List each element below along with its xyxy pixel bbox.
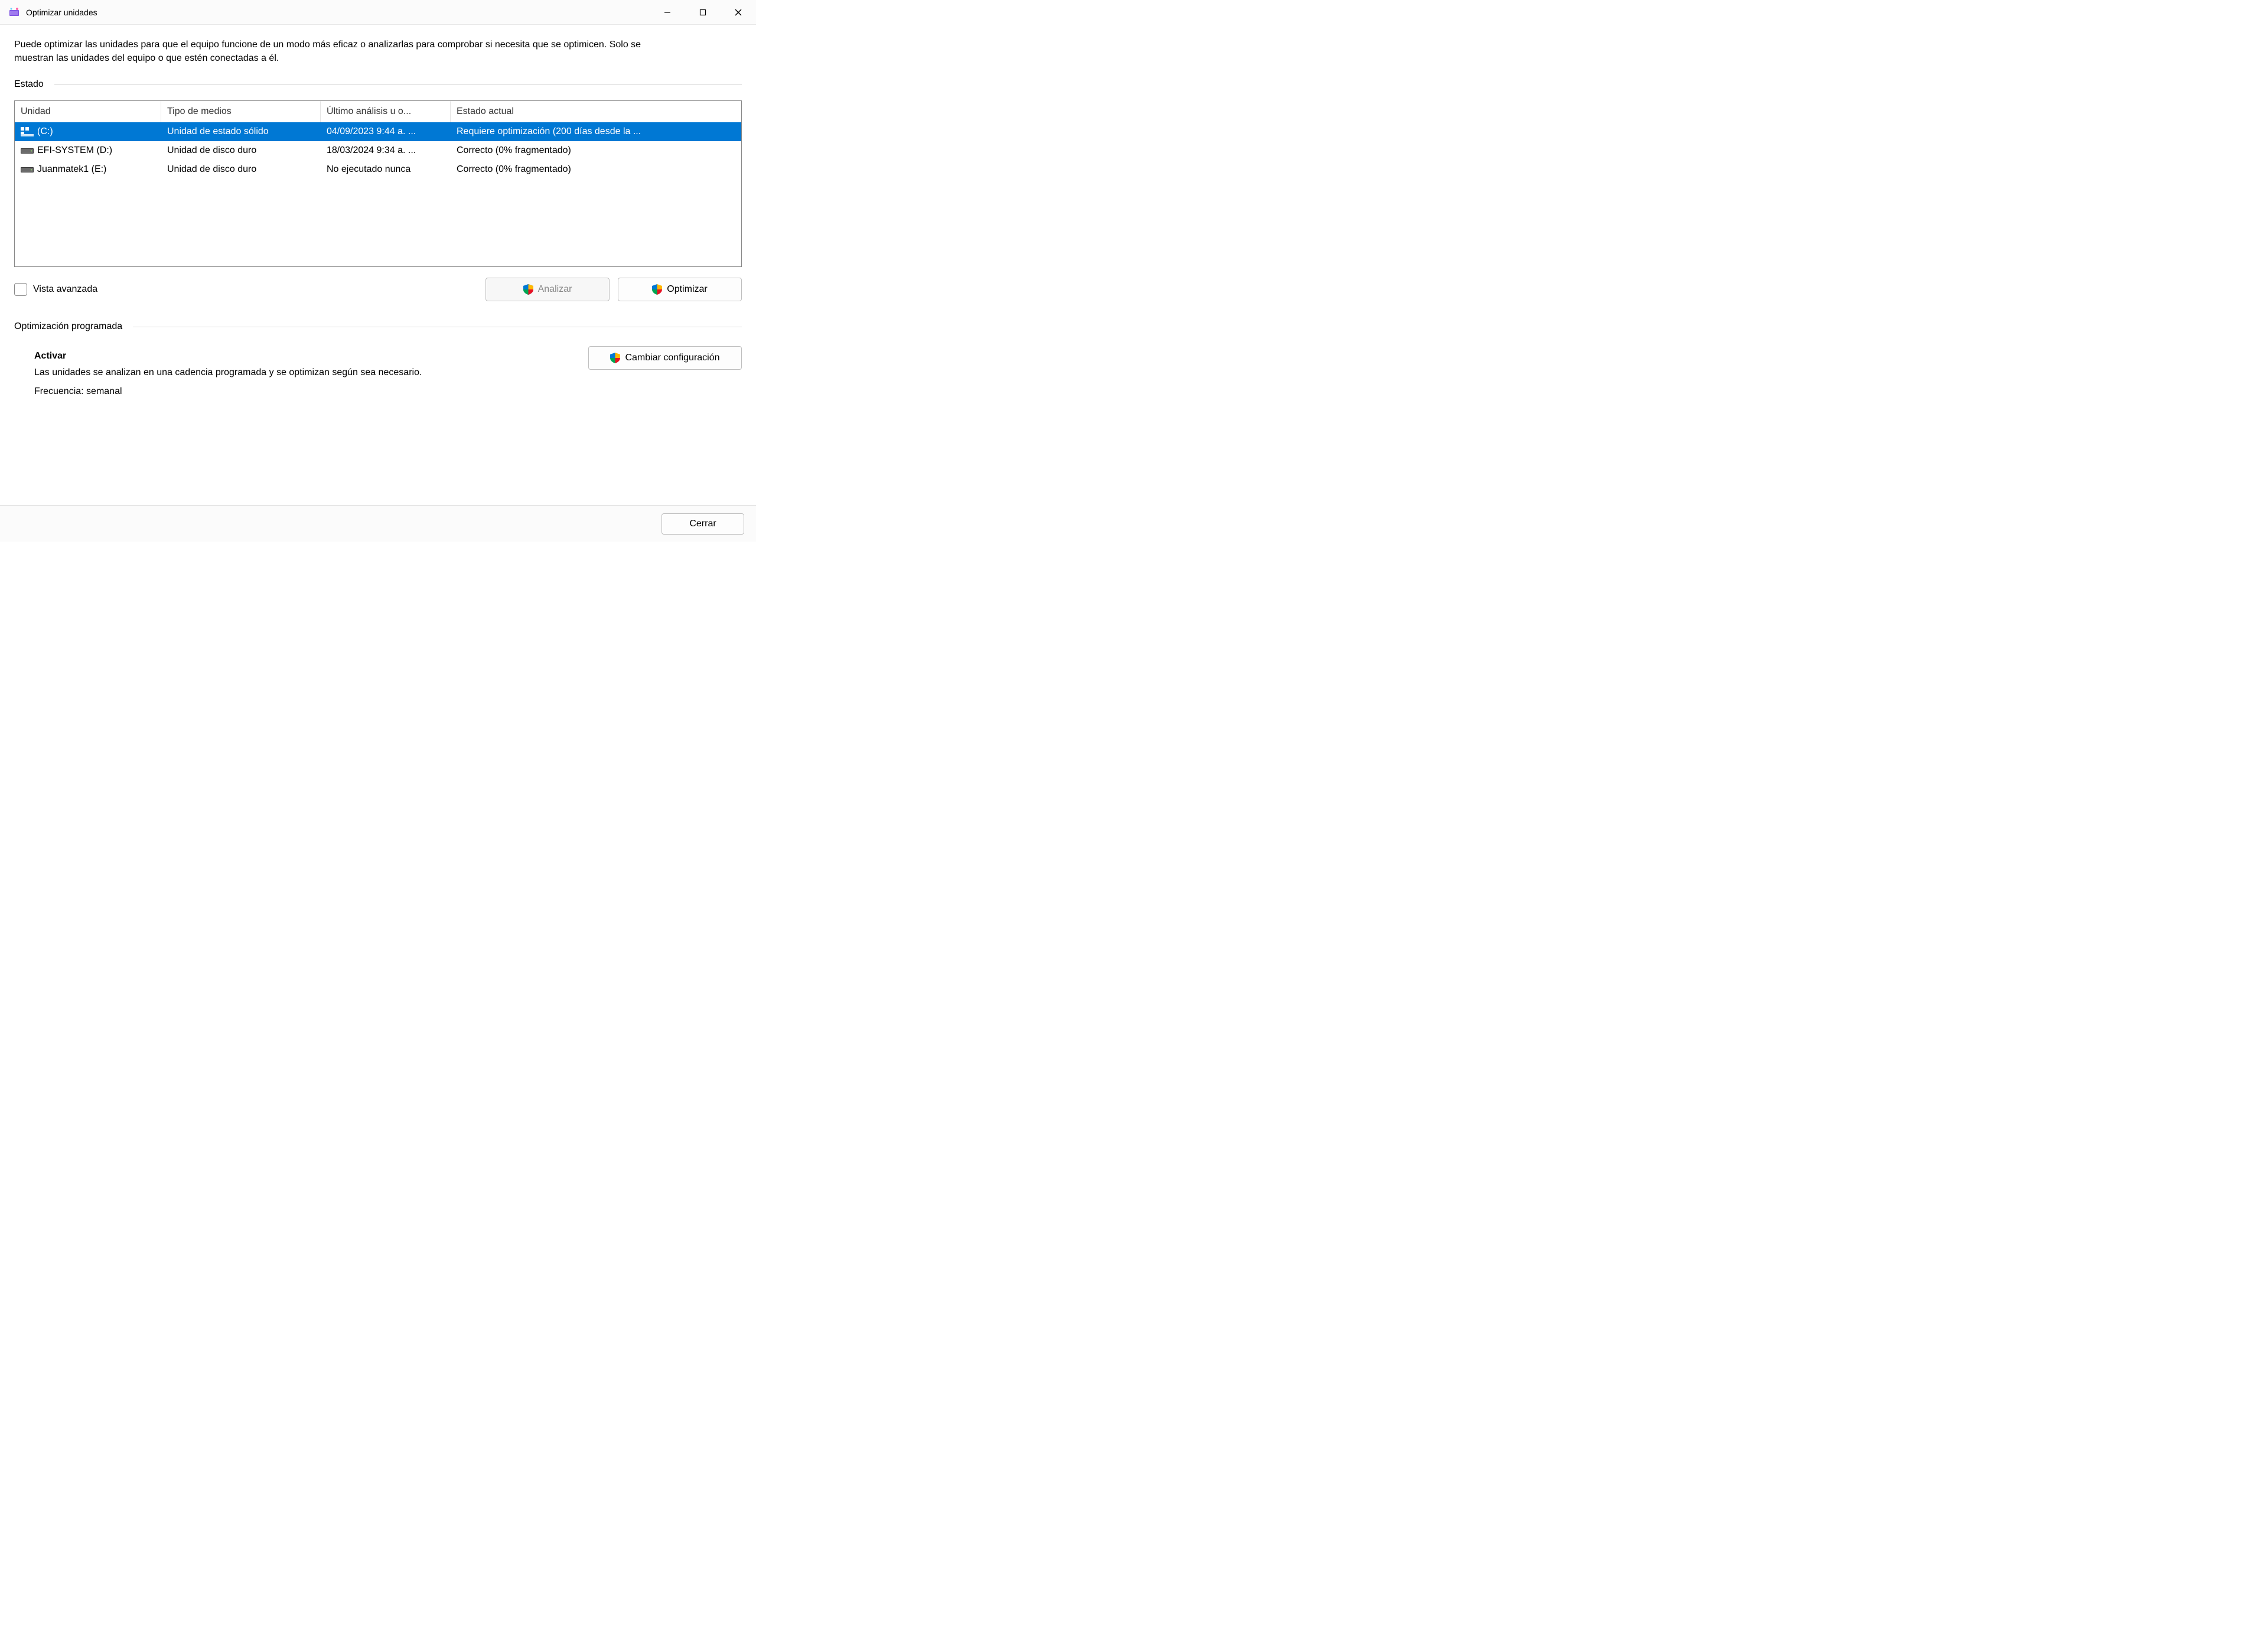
drive-name: EFI-SYSTEM (D:) [37, 145, 112, 156]
optimize-button-label: Optimizar [667, 284, 707, 295]
analyze-button[interactable]: Analizar [485, 278, 610, 301]
schedule-section-header: Optimización programada [14, 321, 742, 332]
drive-state: Requiere optimización (200 días desde la… [451, 126, 741, 137]
optimize-button[interactable]: Optimizar [618, 278, 742, 301]
col-header-media[interactable]: Tipo de medios [161, 101, 321, 122]
table-row[interactable]: Juanmatek1 (E:) Unidad de disco duro No … [15, 160, 741, 179]
drive-icon [21, 165, 34, 174]
schedule-frequency: Frecuencia: semanal [34, 386, 742, 397]
status-label: Estado [14, 79, 44, 90]
close-button-label: Cerrar [689, 519, 716, 529]
checkbox-icon [14, 283, 27, 296]
close-window-button[interactable] [721, 0, 756, 25]
col-header-unit[interactable]: Unidad [15, 101, 161, 122]
drive-name: Juanmatek1 (E:) [37, 164, 106, 175]
footer: Cerrar [0, 505, 756, 542]
analyze-button-label: Analizar [538, 284, 572, 295]
advanced-view-label: Vista avanzada [33, 284, 97, 295]
shield-icon [652, 284, 662, 295]
titlebar: Optimizar unidades [0, 0, 756, 25]
minimize-button[interactable] [650, 0, 685, 25]
drive-icon [21, 146, 34, 155]
drives-table[interactable]: Unidad Tipo de medios Último análisis u … [14, 100, 742, 267]
table-row[interactable]: (C:) Unidad de estado sólido 04/09/2023 … [15, 122, 741, 141]
window-title: Optimizar unidades [26, 8, 97, 17]
drive-state: Correcto (0% fragmentado) [451, 164, 741, 175]
shield-icon [523, 284, 533, 295]
drive-icon [21, 127, 34, 136]
description-text: Puede optimizar las unidades para que el… [14, 38, 664, 65]
app-icon [8, 6, 20, 18]
table-row[interactable]: EFI-SYSTEM (D:) Unidad de disco duro 18/… [15, 141, 741, 160]
change-settings-button[interactable]: Cambiar configuración [588, 346, 742, 370]
drive-name: (C:) [37, 126, 53, 137]
drive-media: Unidad de estado sólido [161, 126, 321, 137]
drive-last-run: 04/09/2023 9:44 a. ... [321, 126, 451, 137]
divider [54, 84, 742, 85]
close-button[interactable]: Cerrar [662, 513, 744, 535]
advanced-view-checkbox[interactable]: Vista avanzada [14, 283, 97, 296]
drive-media: Unidad de disco duro [161, 164, 321, 175]
drive-media: Unidad de disco duro [161, 145, 321, 156]
col-header-last[interactable]: Último análisis u o... [321, 101, 451, 122]
drive-last-run: 18/03/2024 9:34 a. ... [321, 145, 451, 156]
maximize-button[interactable] [685, 0, 721, 25]
status-section-header: Estado [14, 79, 742, 90]
change-settings-label: Cambiar configuración [625, 353, 719, 363]
drive-last-run: No ejecutado nunca [321, 164, 451, 175]
table-header: Unidad Tipo de medios Último análisis u … [15, 101, 741, 122]
shield-icon [610, 353, 620, 363]
drive-state: Correcto (0% fragmentado) [451, 145, 741, 156]
schedule-label: Optimización programada [14, 321, 122, 332]
col-header-state[interactable]: Estado actual [451, 101, 741, 122]
